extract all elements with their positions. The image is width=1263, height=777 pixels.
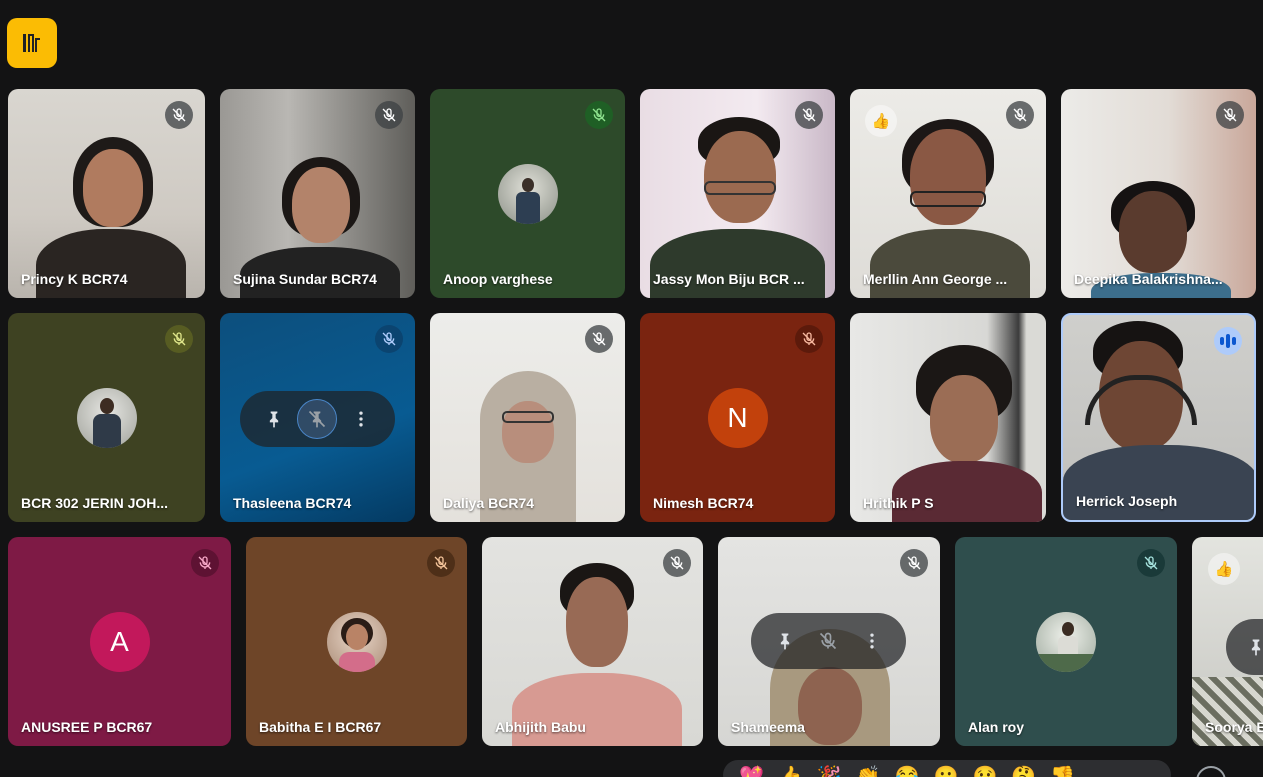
reaction-surprised[interactable]: 😮	[934, 764, 959, 777]
participant-tile[interactable]: Abhijith Babu	[482, 537, 703, 746]
participant-tile[interactable]: Anoop varghese	[430, 89, 625, 298]
mic-off-icon	[165, 101, 193, 129]
mute-toggle-button[interactable]	[297, 399, 338, 439]
speaking-indicator-icon	[1214, 327, 1242, 355]
avatar	[326, 611, 387, 672]
participant-name: Nimesh BCR74	[653, 495, 754, 511]
reaction-sad[interactable]: 😢	[972, 764, 997, 777]
reaction-thinking[interactable]: 🤔	[1011, 764, 1036, 777]
participant-name: Daliya BCR74	[443, 495, 535, 511]
pin-icon[interactable]	[1236, 627, 1263, 667]
mic-off-icon	[795, 325, 823, 353]
tile-hover-controls	[240, 391, 395, 447]
participant-tile[interactable]: 👍 Soorya B	[1192, 537, 1263, 746]
reaction-thumbs-down[interactable]: 👎	[1050, 764, 1075, 777]
participant-name: Deepika Balakrishna...	[1074, 271, 1223, 287]
mic-off-icon	[427, 549, 455, 577]
meeting-logo-button[interactable]	[7, 18, 57, 68]
participant-tile[interactable]: Thasleena BCR74	[220, 313, 415, 522]
avatar: A	[89, 611, 150, 672]
participant-tile[interactable]: N Nimesh BCR74	[640, 313, 835, 522]
mute-toggle-button[interactable]	[808, 621, 848, 661]
participant-name: Princy K BCR74	[21, 271, 128, 287]
mic-off-icon	[165, 325, 193, 353]
participant-name: Soorya B	[1205, 719, 1263, 735]
participant-tile[interactable]: Alan roy	[955, 537, 1177, 746]
thumbs-up-icon: 👍	[865, 105, 897, 137]
avatar	[76, 387, 137, 448]
participant-tile[interactable]: Princy K BCR74	[8, 89, 205, 298]
door-icon	[23, 34, 40, 52]
more-vert-icon[interactable]	[852, 621, 892, 661]
participant-name: Anoop varghese	[443, 271, 553, 287]
participant-tile[interactable]: 👍 Merllin Ann George ...	[850, 89, 1046, 298]
reaction-laugh[interactable]: 😂	[895, 764, 920, 777]
tile-hover-controls	[751, 613, 906, 669]
mic-off-icon	[375, 325, 403, 353]
mic-off-icon	[900, 549, 928, 577]
thumbs-up-icon: 👍	[1208, 553, 1240, 585]
participant-name: Shameema	[731, 719, 805, 735]
more-vert-icon[interactable]	[341, 399, 381, 439]
participant-tile[interactable]: Jassy Mon Biju BCR ...	[640, 89, 835, 298]
avatar	[1036, 611, 1096, 672]
mic-off-icon	[585, 101, 613, 129]
participant-name: Hrithik P S	[863, 495, 934, 511]
mic-off-icon	[375, 101, 403, 129]
participant-name: Jassy Mon Biju BCR ...	[653, 271, 805, 287]
participant-name: Thasleena BCR74	[233, 495, 352, 511]
mic-off-icon	[1216, 101, 1244, 129]
reaction-party[interactable]: 🎉	[817, 764, 842, 777]
reaction-thumbs-up[interactable]: 👍	[778, 764, 803, 777]
reaction-heart[interactable]: 💖	[739, 764, 764, 777]
reaction-clap[interactable]: 👏	[856, 764, 881, 777]
avatar	[497, 163, 558, 224]
participant-name: Babitha E I BCR67	[259, 719, 382, 735]
mic-off-icon	[585, 325, 613, 353]
reaction-bar: 💖 👍 🎉 👏 😂 😮 😢 🤔 👎	[723, 760, 1171, 777]
more-reactions-button[interactable]	[1196, 766, 1226, 777]
mic-off-icon	[795, 101, 823, 129]
participant-tile[interactable]: Sujina Sundar BCR74	[220, 89, 415, 298]
participant-tile[interactable]: BCR 302 JERIN JOH...	[8, 313, 205, 522]
participant-name: ANUSREE P BCR67	[21, 719, 153, 735]
participant-name: Alan roy	[968, 719, 1025, 735]
participant-name: Sujina Sundar BCR74	[233, 271, 377, 287]
participant-name: Abhijith Babu	[495, 719, 586, 735]
pin-icon[interactable]	[254, 399, 294, 439]
participant-tile[interactable]: Herrick Joseph	[1061, 313, 1256, 522]
participant-tile[interactable]: Daliya BCR74	[430, 313, 625, 522]
mic-off-icon	[191, 549, 219, 577]
mic-off-icon	[663, 549, 691, 577]
participant-tile[interactable]: Babitha E I BCR67	[246, 537, 467, 746]
avatar: N	[707, 387, 768, 448]
mic-off-icon	[1006, 101, 1034, 129]
participant-name: Herrick Joseph	[1076, 493, 1178, 509]
mic-off-icon	[1137, 549, 1165, 577]
participant-tile[interactable]: Hrithik P S	[850, 313, 1046, 522]
video-feed	[850, 313, 1046, 522]
participant-tile[interactable]: Deepika Balakrishna...	[1061, 89, 1256, 298]
participant-tile[interactable]: A ANUSREE P BCR67	[8, 537, 231, 746]
participant-name: BCR 302 JERIN JOH...	[21, 495, 169, 511]
participant-tile[interactable]: Shameema	[718, 537, 940, 746]
pin-icon[interactable]	[765, 621, 805, 661]
participant-name: Merllin Ann George ...	[863, 271, 1008, 287]
